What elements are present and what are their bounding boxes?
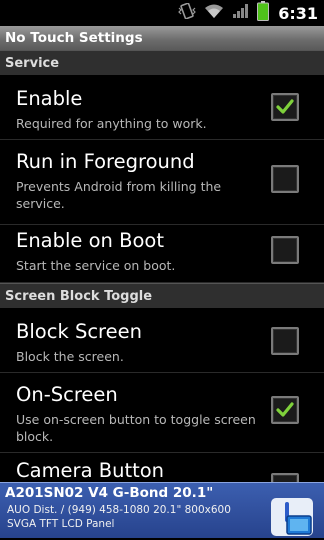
status-bar: 6:31 (0, 0, 324, 26)
pref-title: Block Screen (16, 320, 142, 343)
pref-enable[interactable]: Enable Required for anything to work. (0, 75, 324, 140)
pref-summary: Prevents Android from killing the servic… (16, 179, 222, 211)
on-screen-checkbox[interactable] (271, 396, 299, 424)
pref-enable-on-boot[interactable]: Enable on Boot Start the service on boot… (0, 225, 324, 283)
pref-summary: Block the screen. (16, 349, 124, 364)
enable-checkbox[interactable] (271, 93, 299, 121)
enable-on-boot-checkbox[interactable] (271, 236, 299, 264)
ad-banner[interactable]: A201SN02 V4 G-Bond 20.1" AUO Dist. / (94… (0, 482, 324, 538)
ad-line-2: SVGA TFT LCD Panel (7, 518, 115, 530)
vibrate-icon (178, 2, 197, 23)
run-in-foreground-checkbox[interactable] (271, 165, 299, 193)
status-time: 6:31 (278, 3, 318, 23)
pref-title: Run in Foreground (16, 150, 195, 173)
battery-icon (257, 1, 270, 25)
pref-title: Enable (16, 87, 83, 110)
pref-title: Enable on Boot (16, 229, 164, 252)
section-header-service: Service (0, 50, 324, 75)
ad-title: A201SN02 V4 G-Bond 20.1" (5, 485, 214, 501)
check-icon (276, 402, 294, 417)
app-title-bar: No Touch Settings (0, 26, 324, 50)
block-screen-checkbox[interactable] (271, 327, 299, 355)
pref-on-screen[interactable]: On-Screen Use on-screen button to toggle… (0, 373, 324, 453)
ad-panel-icon[interactable] (271, 498, 313, 536)
pref-summary: Start the service on boot. (16, 258, 176, 273)
pref-summary: Required for anything to work. (16, 116, 207, 131)
signal-icon (232, 3, 250, 23)
pref-run-in-foreground[interactable]: Run in Foreground Prevents Android from … (0, 140, 324, 225)
pref-title: On-Screen (16, 383, 118, 406)
pref-block-screen[interactable]: Block Screen Block the screen. (0, 308, 324, 373)
pref-title: Camera Button (16, 459, 165, 482)
pref-summary: Use on-screen button to toggle screen bl… (16, 412, 256, 444)
wifi-icon (203, 3, 225, 23)
section-header-screen-block-toggle: Screen Block Toggle (0, 283, 324, 308)
check-icon (276, 99, 294, 114)
ad-line-1: AUO Dist. / (949) 458-1080 20.1" 800x600 (7, 504, 231, 516)
